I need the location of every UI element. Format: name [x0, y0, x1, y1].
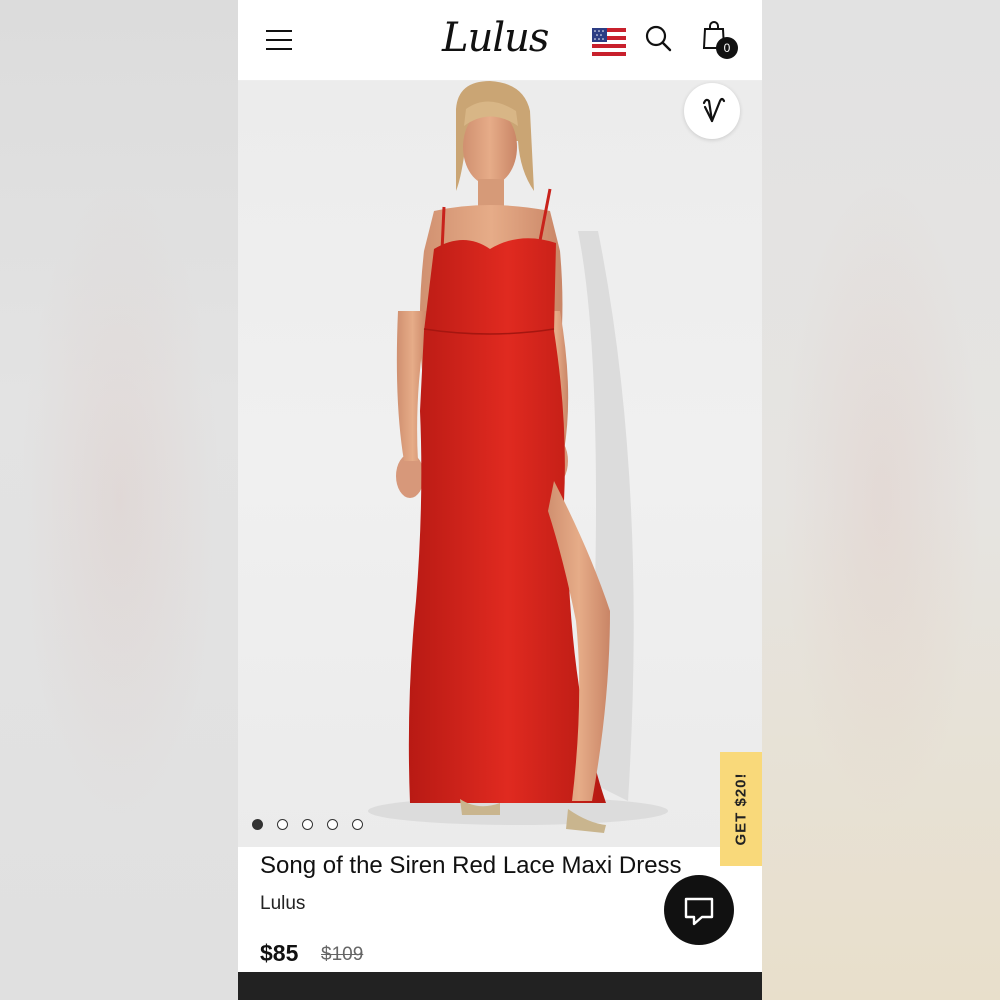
product-brand[interactable]: Lulus [260, 893, 305, 915]
carousel-dot-3[interactable] [302, 819, 313, 830]
shopping-bag-icon[interactable]: 0 [702, 20, 742, 60]
sale-price: $85 [260, 940, 299, 966]
site-header: Lulus 0 [238, 0, 762, 81]
carousel-dot-1[interactable] [252, 819, 263, 830]
promo-label: GET $20! [732, 772, 750, 846]
hamburger-menu-icon[interactable] [264, 26, 294, 54]
product-title: Song of the Siren Red Lace Maxi Dress [260, 852, 682, 879]
carousel-dot-2[interactable] [277, 819, 288, 830]
site-logo[interactable]: Lulus [442, 10, 562, 66]
us-flag-icon[interactable] [592, 28, 626, 56]
carousel-dot-4[interactable] [327, 819, 338, 830]
product-photo [368, 81, 668, 833]
carousel-dot-5[interactable] [352, 819, 363, 830]
original-price: $109 [321, 944, 364, 965]
background-blur-right [762, 0, 1000, 1000]
get-20-promo-tab[interactable]: GET $20! [720, 752, 762, 866]
search-icon[interactable] [644, 24, 674, 54]
mobile-page: Lulus 0 GET $20! Song of the Siren Red L… [238, 0, 762, 1000]
wishlist-heart-icon[interactable] [684, 83, 740, 139]
add-to-bag-bar[interactable] [238, 972, 762, 1000]
product-image-carousel[interactable] [238, 81, 762, 847]
chat-bubble-icon[interactable] [664, 875, 734, 945]
background-blur-left [0, 0, 238, 1000]
cart-count-badge: 0 [716, 37, 738, 59]
site-logo-text: Lulus [442, 15, 549, 61]
